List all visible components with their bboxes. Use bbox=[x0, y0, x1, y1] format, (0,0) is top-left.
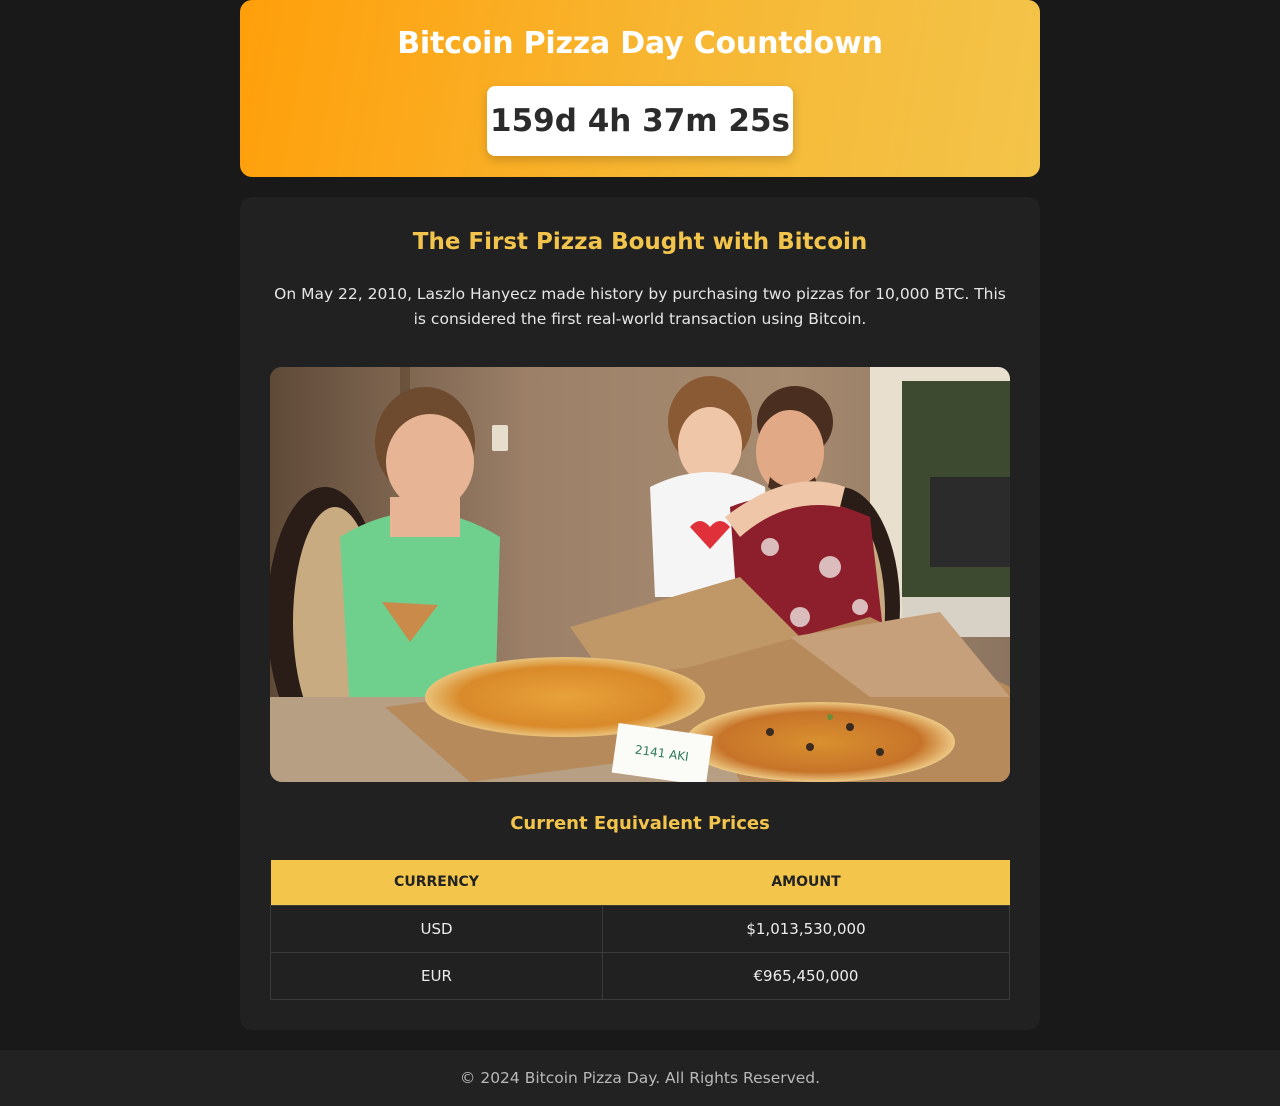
footer: © 2024 Bitcoin Pizza Day. All Rights Res… bbox=[0, 1050, 1280, 1106]
story-title: The First Pizza Bought with Bitcoin bbox=[412, 229, 868, 255]
currency-cell: USD bbox=[270, 904, 603, 953]
amount-cell: €965,450,000 bbox=[602, 951, 1010, 1000]
countdown-timer: 159d 4h 37m 25s bbox=[487, 86, 793, 156]
prices-title: Current Equivalent Prices bbox=[510, 813, 770, 834]
table-row: EUR €965,450,000 bbox=[270, 951, 1010, 1000]
pizza-photo: 2141 AKI bbox=[270, 367, 1010, 782]
column-header-currency: Currency bbox=[270, 860, 603, 905]
amount-cell: $1,013,530,000 bbox=[602, 904, 1010, 953]
story-card: The First Pizza Bought with Bitcoin On M… bbox=[240, 197, 1040, 1030]
prices-table: Currency Amount USD $1,013,530,000 EUR €… bbox=[270, 860, 1010, 1000]
page-title: Bitcoin Pizza Day Countdown bbox=[397, 26, 883, 61]
column-header-amount: Amount bbox=[602, 860, 1010, 905]
currency-cell: EUR bbox=[270, 951, 603, 1000]
story-text: On May 22, 2010, Laszlo Hanyecz made his… bbox=[274, 285, 1006, 328]
table-row: USD $1,013,530,000 bbox=[270, 904, 1010, 953]
countdown-header: Bitcoin Pizza Day Countdown 159d 4h 37m … bbox=[240, 0, 1040, 177]
footer-text: © 2024 Bitcoin Pizza Day. All Rights Res… bbox=[459, 1069, 821, 1087]
